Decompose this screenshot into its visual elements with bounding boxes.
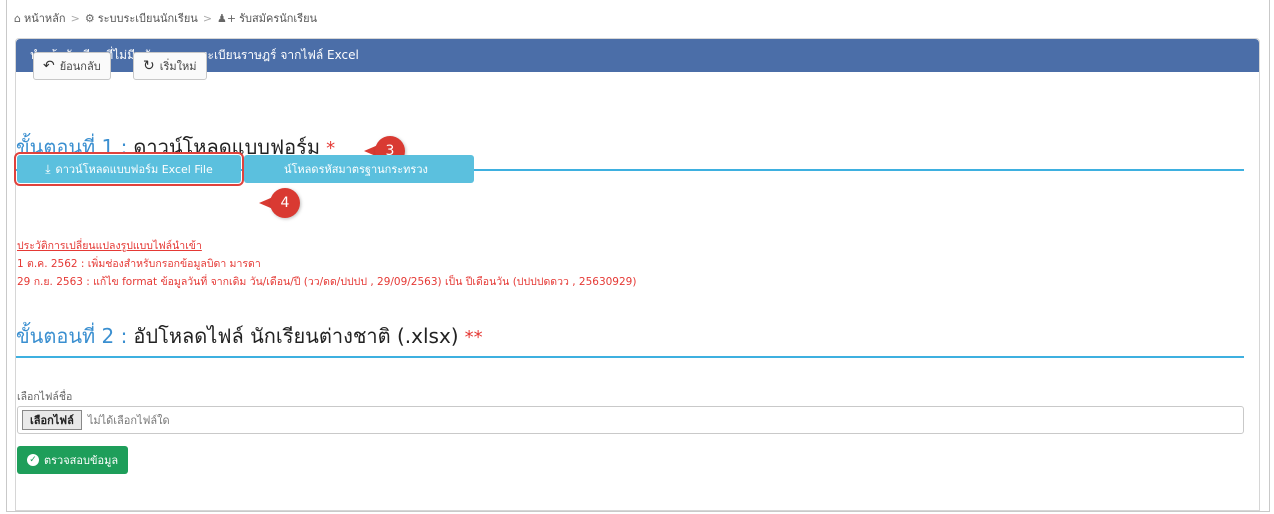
reset-button[interactable]: ↻ เริ่มใหม่ (133, 52, 207, 80)
file-status: ไม่ได้เลือกไฟล์ใด (87, 414, 170, 427)
callout-4: 4 (259, 188, 300, 218)
download-codes-button[interactable]: น์โหลดรหัสมาตรฐานกระทรวง (244, 155, 474, 183)
download-form-button[interactable]: ⤓ ดาวน์โหลดแบบฟอร์ม Excel File (14, 152, 244, 186)
check-data-button[interactable]: ✓ ตรวจสอบข้อมูล (17, 446, 129, 474)
breadcrumb-separator: > (70, 11, 80, 25)
breadcrumb-system[interactable]: ระบบระเบียนนักเรียน (98, 9, 198, 27)
step2-title: อัปโหลดไฟล์ นักเรียนต่างชาติ (.xlsx) (133, 324, 459, 348)
breadcrumb-current: รับสมัครนักเรียน (239, 12, 318, 25)
breadcrumb-home[interactable]: หน้าหลัก (24, 9, 66, 27)
breadcrumb: ⌂ หน้าหลัก > ⚙ ระบบระเบียนนักเรียน > ♟+ … (14, 9, 317, 27)
download-codes-label: น์โหลดรหัสมาตรฐานกระทรวง (284, 163, 428, 176)
history-item: 1 ต.ค. 2562 : เพิ่มช่องสำหรับกรอกข้อมูลบ… (17, 258, 261, 270)
step2-prefix: ขั้นตอนที่ 2 : (16, 324, 128, 348)
check-data-label: ตรวจสอบข้อมูล (44, 454, 119, 467)
reset-button-label: เริ่มใหม่ (159, 60, 197, 73)
file-label: เลือกไฟล์ชื่อ (17, 391, 73, 403)
callout-number: 4 (270, 188, 300, 218)
choose-file-button[interactable]: เลือกไฟล์ (22, 410, 82, 430)
history-link[interactable]: ประวัติการเปลี่ยนแปลงรูปแบบไฟล์นำเข้า (17, 237, 202, 254)
required-marker: ** (464, 327, 483, 348)
home-icon: ⌂ (14, 11, 21, 25)
refresh-icon: ↻ (143, 58, 155, 74)
download-icon: ⤓ (45, 161, 51, 176)
undo-icon: ↶ (43, 58, 55, 74)
gears-icon: ⚙ (84, 11, 95, 25)
back-button[interactable]: ↶ ย้อนกลับ (33, 52, 111, 80)
breadcrumb-separator: > (202, 11, 213, 25)
download-form-label: ดาวน์โหลดแบบฟอร์ม Excel File (55, 163, 213, 176)
file-input[interactable]: เลือกไฟล์ ไม่ได้เลือกไฟล์ใด (17, 406, 1244, 434)
user-plus-icon: ♟+ (217, 11, 237, 25)
check-circle-icon: ✓ (27, 454, 39, 466)
history-item: 29 ก.ย. 2563 : แก้ไข format ข้อมูลวันที่… (17, 276, 637, 288)
back-button-label: ย้อนกลับ (59, 60, 101, 73)
step2-heading: ขั้นตอนที่ 2 : อัปโหลดไฟล์ นักเรียนต่างช… (16, 320, 483, 352)
step2-divider (16, 356, 1244, 358)
